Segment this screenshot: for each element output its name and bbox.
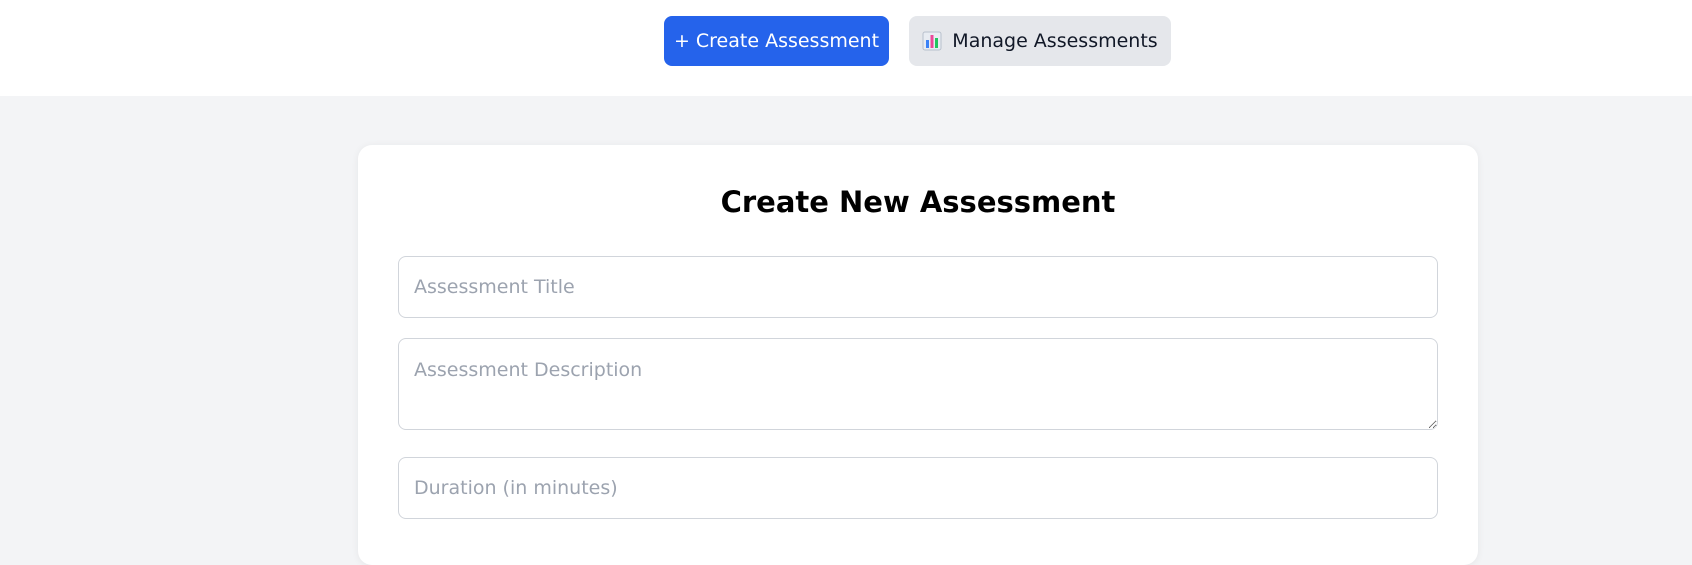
create-assessment-button[interactable]: + Create Assessment: [664, 16, 889, 66]
assessment-title-input[interactable]: [398, 256, 1438, 318]
top-bar: + Create Assessment Manage Assessments: [0, 0, 1692, 96]
bar-chart-icon: [922, 31, 942, 51]
manage-assessments-label: Manage Assessments: [952, 30, 1158, 52]
assessment-description-input[interactable]: [398, 338, 1438, 430]
create-assessment-card: Create New Assessment: [358, 145, 1478, 565]
duration-input[interactable]: [398, 457, 1438, 519]
manage-assessments-button[interactable]: Manage Assessments: [909, 16, 1171, 66]
form-heading: Create New Assessment: [720, 185, 1116, 219]
